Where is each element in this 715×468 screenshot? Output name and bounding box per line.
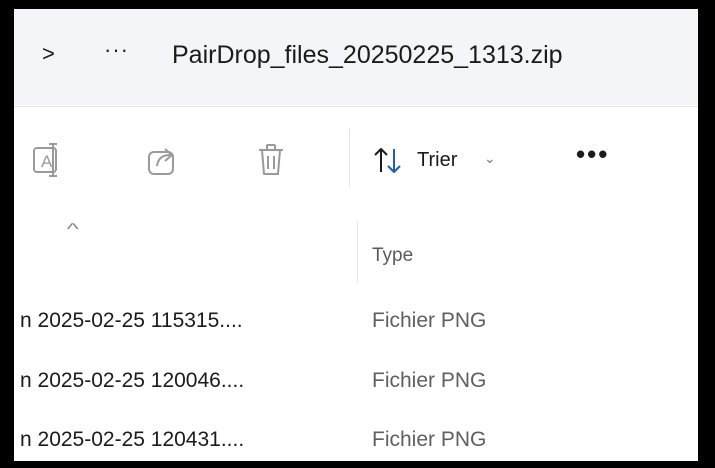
breadcrumb-more-button[interactable]: ··· [104, 37, 129, 63]
file-type: Fichier PNG [372, 428, 487, 451]
file-name[interactable]: n 2025-02-25 120431.... [20, 428, 244, 452]
column-divider[interactable] [357, 221, 358, 283]
file-row[interactable]: n 2025-02-25 120046.... Fichier PNG [14, 353, 698, 413]
rename-icon[interactable]: A [22, 140, 62, 180]
command-bar: A Trier ⌄ ••• [14, 106, 698, 213]
breadcrumb-current-folder[interactable]: PairDrop_files_20250225_1313.zip [172, 41, 563, 70]
column-header-row: ^ Type [14, 213, 698, 283]
address-bar[interactable]: > ··· PairDrop_files_20250225_1313.zip [14, 9, 698, 105]
sort-arrows-icon[interactable] [372, 145, 404, 177]
file-row[interactable]: n 2025-02-25 115315.... Fichier PNG [14, 293, 698, 353]
share-icon[interactable] [142, 140, 182, 180]
svg-text:A: A [41, 152, 53, 171]
file-type: Fichier PNG [372, 309, 487, 332]
sort-label[interactable]: Trier [417, 149, 457, 172]
column-header-type[interactable]: Type [372, 245, 413, 267]
file-explorer-window: > ··· PairDrop_files_20250225_1313.zip A [14, 9, 698, 461]
more-options-button[interactable]: ••• [576, 139, 609, 170]
file-name[interactable]: n 2025-02-25 115315.... [20, 309, 243, 333]
chevron-down-icon[interactable]: ⌄ [484, 150, 496, 167]
sort-ascending-caret-icon: ^ [66, 221, 79, 238]
delete-icon[interactable] [251, 140, 291, 180]
file-name[interactable]: n 2025-02-25 120046.... [20, 369, 244, 393]
file-row[interactable]: n 2025-02-25 120431.... Fichier PNG [14, 412, 698, 461]
toolbar-separator [349, 129, 350, 187]
file-type: Fichier PNG [372, 369, 487, 392]
breadcrumb-chevron[interactable]: > [42, 41, 55, 67]
